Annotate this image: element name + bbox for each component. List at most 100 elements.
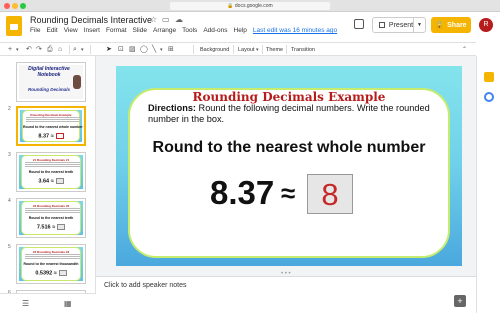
thumbnail-directions xyxy=(25,208,80,213)
menu-tools[interactable]: Tools xyxy=(182,27,197,39)
star-icon[interactable]: ☆ xyxy=(150,15,157,24)
menu-arrange[interactable]: Arrange xyxy=(153,27,176,39)
slide-directions[interactable]: Directions: Round the following decimal … xyxy=(148,103,438,125)
cloud-status-icon: ☁ xyxy=(175,15,183,24)
tasks-icon[interactable] xyxy=(484,92,494,102)
menu-bar: File Edit View Insert Format Slide Arran… xyxy=(30,27,343,39)
redo-icon[interactable]: ↷ xyxy=(36,44,42,56)
menu-format[interactable]: Format xyxy=(106,27,127,39)
print-icon[interactable]: ⎙ xyxy=(47,44,53,56)
paint-format-icon[interactable]: ⌂ xyxy=(58,44,62,56)
thumbnail-equation-text: 7.516 ≈ xyxy=(36,224,56,231)
browser-titlebar: 🔒 docs.google.com xyxy=(0,0,500,12)
approx-symbol: ≈ xyxy=(281,178,296,208)
menu-edit[interactable]: Edit xyxy=(46,27,57,39)
select-cursor-icon[interactable]: ➤ xyxy=(106,44,112,56)
menu-addons[interactable]: Add-ons xyxy=(203,27,227,39)
slide-thumbnail[interactable]: #2 Rounding Decimals #2 Round to the nea… xyxy=(16,198,86,238)
answer-box[interactable]: 8 xyxy=(307,174,353,214)
keep-icon[interactable] xyxy=(484,72,494,82)
thumbnail-directions xyxy=(25,254,80,259)
text-box-icon[interactable]: ⊡ xyxy=(118,44,124,56)
share-button[interactable]: 🔒 Share xyxy=(431,17,471,33)
grid-view-icon[interactable]: ▦ xyxy=(64,299,72,308)
slide-number: 2 xyxy=(8,106,11,112)
filmstrip-footer: ☰ ▦ xyxy=(0,293,96,313)
slide-number: 3 xyxy=(8,152,11,158)
slides-logo-icon[interactable] xyxy=(6,16,22,36)
document-title[interactable]: Rounding Decimals Interactive xyxy=(30,15,152,25)
toolbar-divider xyxy=(193,45,194,54)
decimal-number[interactable]: 8.37 xyxy=(210,173,274,213)
thumbnail-equation: 3.64 ≈ xyxy=(22,178,80,184)
toolbar: + ▾ ↶ ↷ ⎙ ⌂ ⌕ ▾ ➤ ⊡ ▨ ◯ ╲ ▾ ⊞ Background… xyxy=(0,42,476,56)
thumbnail-equation-text: 3.64 ≈ xyxy=(38,178,54,185)
thumbnail-title: Digital Interactive Notebook xyxy=(28,66,70,78)
toolbar-divider xyxy=(233,45,234,54)
address-text: docs.google.com xyxy=(234,3,273,9)
toolbar-divider xyxy=(69,45,70,54)
new-slide-icon[interactable]: + xyxy=(8,44,12,56)
transition-button[interactable]: Transition xyxy=(291,44,315,56)
slide-title[interactable]: Rounding Decimals Example xyxy=(116,90,462,104)
address-bar[interactable]: 🔒 docs.google.com xyxy=(170,2,330,10)
menu-insert[interactable]: Insert xyxy=(84,27,100,39)
maximize-window-icon[interactable] xyxy=(20,3,26,9)
zoom-icon[interactable]: ⌕ xyxy=(73,44,77,56)
background-button[interactable]: Background xyxy=(200,44,229,56)
slide-thumbnail-selected[interactable]: Rounding Decimals Example Round to the n… xyxy=(16,106,86,146)
minimize-window-icon[interactable] xyxy=(12,3,18,9)
slide-thumbnail[interactable]: #1 Rounding Decimals #1 Round to the nea… xyxy=(16,152,86,192)
menu-view[interactable]: View xyxy=(64,27,78,39)
comment-add-icon[interactable]: ⊞ xyxy=(168,44,174,56)
thumbnail-card: #1 Rounding Decimals #1 Round to the nea… xyxy=(21,155,81,189)
shape-icon[interactable]: ◯ xyxy=(140,44,148,56)
menu-slide[interactable]: Slide xyxy=(133,27,147,39)
notes-resize-handle[interactable]: • • • xyxy=(281,271,293,277)
move-folder-icon[interactable]: ▭ xyxy=(162,15,170,24)
thumbnail-card: Rounding Decimals Example Round to the n… xyxy=(22,110,83,142)
share-label: Share xyxy=(447,21,467,29)
thumbnail-equation-text: 8.37 ≈ xyxy=(38,133,54,140)
slide-heading[interactable]: Round to the nearest whole number xyxy=(116,139,462,157)
dog-illustration xyxy=(73,75,81,89)
undo-icon[interactable]: ↶ xyxy=(26,44,32,56)
thumbnail-directions xyxy=(25,162,80,167)
line-icon[interactable]: ╲ xyxy=(152,44,156,56)
toolbar-divider xyxy=(90,45,91,54)
menu-help[interactable]: Help xyxy=(234,27,247,39)
menu-file[interactable]: File xyxy=(30,27,40,39)
present-label: Present xyxy=(388,21,414,29)
thumbnail-equation: 0.5392 ≈ xyxy=(22,270,80,276)
toolbar-divider xyxy=(286,45,287,54)
thumbnail-heading: Round to the nearest tenth xyxy=(28,216,74,220)
thumbnail-equation: 7.516 ≈ xyxy=(22,224,80,230)
thumbnail-heading: Round to the nearest thousandth xyxy=(23,262,79,266)
explore-icon[interactable]: + xyxy=(454,295,466,307)
slide-number: 5 xyxy=(8,244,11,250)
slide-thumbnail[interactable]: #3 Rounding Decimals #3 Round to the nea… xyxy=(16,244,86,284)
answer-box xyxy=(55,133,64,139)
slide-thumbnail[interactable]: Digital Interactive Notebook Rounding De… xyxy=(16,62,86,102)
close-window-icon[interactable] xyxy=(4,3,10,9)
list-view-icon[interactable]: ☰ xyxy=(22,299,29,308)
thumbnail-directions xyxy=(26,117,81,122)
thumbnail-subtitle: Rounding Decimals xyxy=(27,87,70,92)
toolbar-divider xyxy=(262,45,263,54)
chevron-down-icon[interactable]: ▾ xyxy=(16,44,19,56)
last-edit-link[interactable]: Last edit was 16 minutes ago xyxy=(253,27,337,39)
chevron-down-icon[interactable]: ▼ xyxy=(413,18,425,32)
thumbnail-equation: 8.37 ≈ xyxy=(23,133,79,139)
image-icon[interactable]: ▨ xyxy=(129,44,136,56)
comments-icon[interactable] xyxy=(354,19,364,29)
collapse-toolbar-icon[interactable]: ⌃ xyxy=(462,44,467,56)
present-button[interactable]: Present ▼ xyxy=(372,17,426,33)
speaker-notes-placeholder[interactable]: Click to add speaker notes xyxy=(104,282,187,289)
layout-button[interactable]: Layout xyxy=(238,44,255,56)
chevron-down-icon[interactable]: ▾ xyxy=(81,44,84,56)
theme-button[interactable]: Theme xyxy=(266,44,283,56)
answer-box xyxy=(57,224,66,230)
avatar[interactable]: R xyxy=(479,18,493,32)
thumbnail-equation-text: 0.5392 ≈ xyxy=(35,270,57,277)
chevron-down-icon[interactable]: ▾ xyxy=(160,44,163,56)
